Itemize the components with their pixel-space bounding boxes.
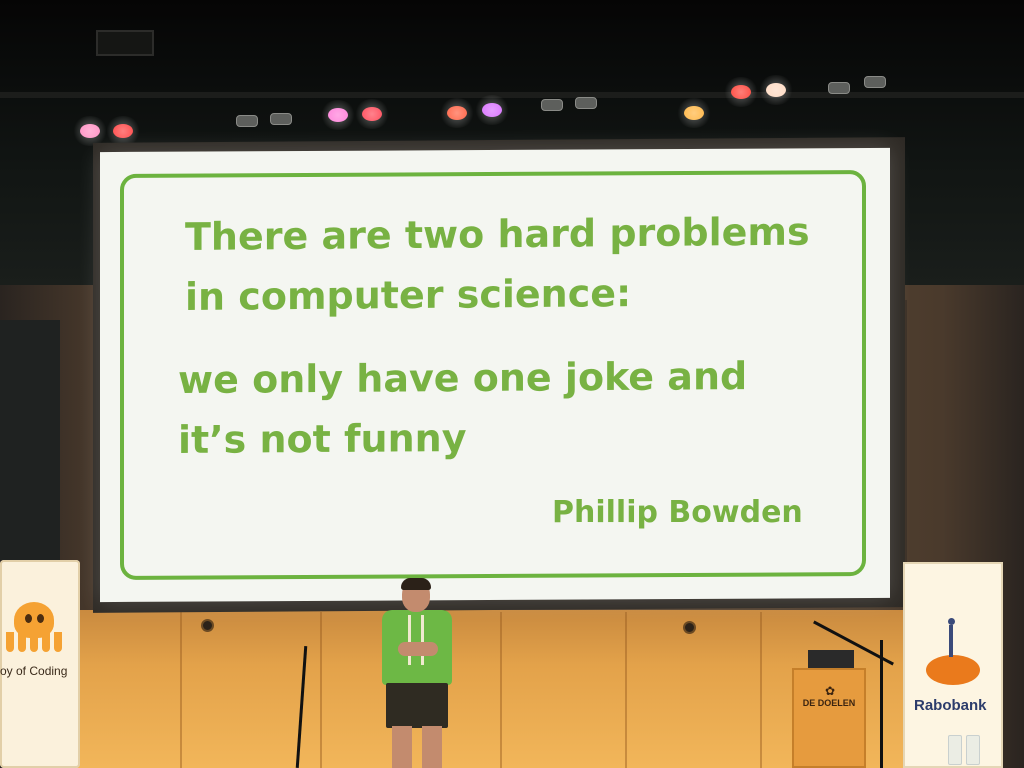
- stage-light-icon: [105, 116, 141, 146]
- speaker-arms: [398, 642, 438, 656]
- speaker-hair: [401, 578, 431, 590]
- stage-light-icon: [72, 116, 108, 146]
- rabobank-banner-text: Rabobank: [914, 697, 987, 714]
- lectern: [792, 668, 866, 768]
- stage-light-off-icon: [541, 99, 563, 111]
- stage-seam: [320, 612, 322, 768]
- ceiling-speaker-icon: [201, 619, 214, 632]
- lectern-monitor: [808, 650, 854, 668]
- slide-quote-line: we only have one joke and: [178, 354, 748, 402]
- stage-seam: [180, 612, 182, 768]
- joy-of-coding-banner-text: oy of Coding: [0, 664, 68, 678]
- speaker-legs: [392, 726, 442, 768]
- stage-light-icon: [758, 75, 794, 105]
- lectern-text: DE DOELEN: [802, 698, 856, 708]
- wall-panel: [905, 300, 1024, 600]
- water-glass: [966, 735, 980, 765]
- stage-light-off-icon: [828, 82, 850, 94]
- water-glass: [948, 735, 962, 765]
- stage-seam: [760, 612, 762, 768]
- stage-light-off-icon: [270, 113, 292, 125]
- stage-light-icon: [320, 100, 356, 130]
- stage-seam: [500, 612, 502, 768]
- stage-light-icon: [354, 99, 390, 129]
- stage-light-icon: [439, 98, 475, 128]
- ceiling-vent: [96, 30, 154, 56]
- stage-light-icon: [723, 77, 759, 107]
- conference-stage-photo: There are two hard problems in computer …: [0, 0, 1024, 768]
- octopus-logo-icon: [4, 602, 64, 654]
- wall-opening: [0, 320, 60, 560]
- lighting-truss: [0, 92, 1024, 98]
- speaker-person: [380, 578, 455, 768]
- slide-quote-author: Phillip Bowden: [552, 495, 803, 530]
- ceiling-speaker-icon: [683, 621, 696, 634]
- rabobank-logo-figure-icon: [946, 618, 956, 662]
- speaker-lanyard: [408, 615, 424, 665]
- stage-light-off-icon: [236, 115, 258, 127]
- slide-quote-line: in computer science:: [185, 271, 632, 319]
- stage-light-icon: [676, 98, 712, 128]
- stage-seam: [625, 612, 627, 768]
- stage-light-icon: [474, 95, 510, 125]
- stage-light-off-icon: [575, 97, 597, 109]
- slide-quote-line: it’s not funny: [178, 415, 467, 462]
- microphone-stand: [880, 640, 883, 768]
- stage-light-off-icon: [864, 76, 886, 88]
- speaker-shorts: [386, 683, 448, 728]
- slide-quote-line: There are two hard problems: [185, 209, 810, 259]
- de-doelen-logo-icon: ✿: [824, 684, 836, 698]
